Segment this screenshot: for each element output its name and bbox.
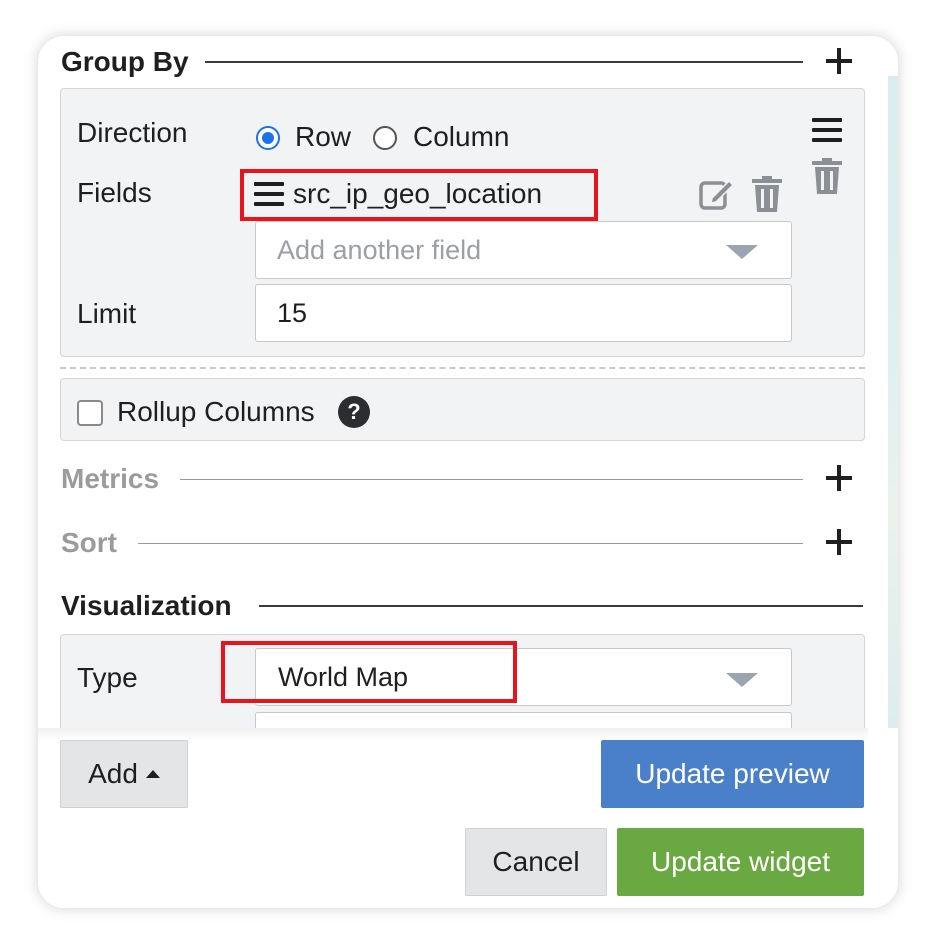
add-field-select[interactable]: Add another field xyxy=(255,221,792,279)
add-button-label: Add xyxy=(88,758,138,789)
direction-row-label[interactable]: Row xyxy=(295,121,351,153)
direction-label: Direction xyxy=(77,117,188,148)
add-sort-plus-icon[interactable] xyxy=(824,527,854,557)
direction-column-radio[interactable] xyxy=(373,126,397,150)
field-highlight-box xyxy=(240,169,598,221)
section-separator xyxy=(60,367,865,369)
update-preview-button[interactable]: Update preview xyxy=(601,740,864,808)
remove-group-trash-icon[interactable] xyxy=(812,158,842,194)
rollup-help-icon[interactable]: ? xyxy=(338,396,370,428)
limit-input[interactable]: 15 xyxy=(255,284,792,342)
rollup-columns-checkbox[interactable] xyxy=(77,400,103,426)
limit-label: Limit xyxy=(77,298,137,329)
footer-shadow xyxy=(38,728,868,740)
metrics-divider xyxy=(180,479,803,480)
caret-up-icon xyxy=(145,769,160,778)
visualization-divider xyxy=(259,605,863,607)
direction-column-label[interactable]: Column xyxy=(413,121,509,153)
add-group-by-plus-icon[interactable] xyxy=(824,46,854,76)
add-dropdown-button[interactable]: Add xyxy=(60,740,188,808)
fields-label: Fields xyxy=(77,177,152,208)
remove-field-trash-icon[interactable] xyxy=(752,176,782,212)
metrics-title: Metrics xyxy=(61,463,160,494)
update-widget-button[interactable]: Update widget xyxy=(617,828,864,896)
cancel-button[interactable]: Cancel xyxy=(465,828,607,896)
sort-divider xyxy=(138,543,803,544)
widget-editor-panel: Group By Direction Row Column Fields src… xyxy=(38,36,898,908)
type-highlight-box xyxy=(221,641,517,703)
group-reorder-hamburger-icon[interactable] xyxy=(812,118,842,142)
map-preview-edge xyxy=(888,76,898,796)
group-by-divider xyxy=(205,61,803,63)
direction-row-radio[interactable] xyxy=(256,126,280,150)
group-by-title: Group By xyxy=(61,46,189,77)
sort-title: Sort xyxy=(61,527,117,558)
edit-field-icon[interactable] xyxy=(698,176,734,212)
add-field-caret-down-icon[interactable] xyxy=(726,245,758,259)
rollup-columns-label[interactable]: Rollup Columns xyxy=(117,396,315,428)
type-caret-down-icon[interactable] xyxy=(726,673,758,687)
add-metric-plus-icon[interactable] xyxy=(824,463,854,493)
visualization-title: Visualization xyxy=(61,590,232,621)
type-label: Type xyxy=(77,662,138,693)
